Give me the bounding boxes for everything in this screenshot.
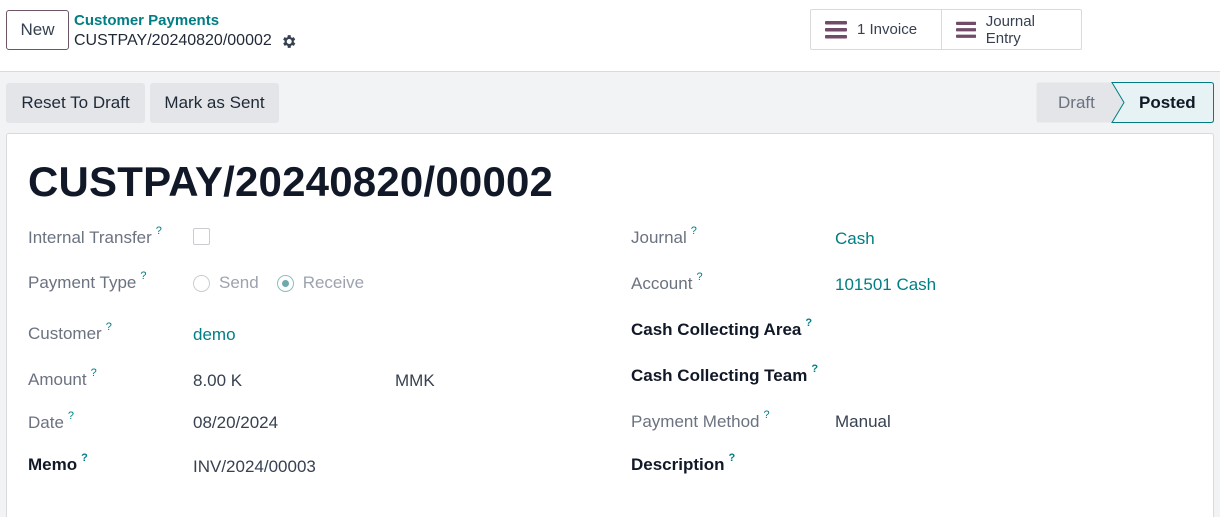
date-label: Date? [28,410,74,433]
mark-as-sent-button[interactable]: Mark as Sent [150,83,279,123]
date-field[interactable]: 08/20/2024 [193,413,278,433]
memo-field[interactable]: INV/2024/00003 [193,457,316,477]
help-icon[interactable]: ? [156,225,162,237]
payment-method-label-text: Payment Method [631,412,760,431]
new-button[interactable]: New [6,10,69,50]
memo-label-text: Memo [28,455,78,474]
help-icon[interactable]: ? [811,363,818,375]
payment-type-send-label: Send [219,273,259,292]
account-label-text: Account [631,274,693,293]
breadcrumb-customer-payments[interactable]: Customer Payments [74,12,219,29]
journal-label-text: Journal [631,228,687,247]
amount-label-text: Amount [28,370,87,389]
account-label: Account? [631,271,703,294]
journal-entry-smart-button[interactable]: Journal Entry [940,10,1081,49]
payment-type-label-text: Payment Type [28,273,137,292]
payment-type-label: Payment Type? [28,270,146,293]
currency-field[interactable]: MMK [395,371,435,391]
payment-type-receive-radio[interactable] [276,274,294,292]
cash-collecting-area-label: Cash Collecting Area? [631,317,812,340]
form-statusbar: Reset To Draft Mark as Sent Draft Posted [0,73,1220,131]
customer-label-text: Customer [28,324,102,343]
breadcrumb-current-record: CUSTPAY/20240820/00002 [74,32,297,50]
help-icon[interactable]: ? [81,452,88,464]
status-pipeline: Draft Posted [1036,82,1214,123]
customer-label: Customer? [28,321,112,344]
internal-transfer-checkbox[interactable] [193,228,210,245]
control-panel: New Customer Payments CUSTPAY/20240820/0… [0,0,1220,72]
journal-label: Journal? [631,225,697,248]
help-icon[interactable]: ? [729,452,736,464]
list-icon [955,21,976,38]
status-posted[interactable]: Posted [1139,93,1196,113]
description-label: Description? [631,452,736,475]
status-draft[interactable]: Draft [1058,93,1095,113]
payment-method-label: Payment Method? [631,409,770,432]
payment-type-receive-label: Receive [302,273,365,292]
date-label-text: Date [28,413,64,432]
cash-collecting-team-label: Cash Collecting Team? [631,363,818,386]
cash-collecting-area-label-text: Cash Collecting Area [631,320,802,339]
description-label-text: Description [631,455,725,474]
help-icon[interactable]: ? [68,410,74,422]
customer-field[interactable]: demo [193,325,236,345]
journal-field[interactable]: Cash [835,229,875,249]
payment-type-send-radio[interactable] [193,274,210,292]
invoice-smart-button[interactable]: 1 Invoice [811,10,941,49]
record-name-text: CUSTPAY/20240820/00002 [74,32,272,49]
invoice-smart-button-label: 1 Invoice [857,21,918,38]
help-icon[interactable]: ? [91,367,97,379]
smart-buttons: 1 Invoice Journal Entry [810,9,1082,50]
list-icon [825,20,847,38]
cash-collecting-team-label-text: Cash Collecting Team [631,366,808,385]
help-icon[interactable]: ? [691,225,697,237]
journal-entry-smart-button-label: Journal Entry [985,12,1035,47]
internal-transfer-label: Internal Transfer? [28,225,162,248]
memo-label: Memo? [28,452,88,475]
amount-field[interactable]: 8.00 K [193,371,242,391]
payment-method-field[interactable]: Manual [835,412,891,432]
internal-transfer-label-text: Internal Transfer [28,228,152,247]
help-icon[interactable]: ? [696,271,702,283]
help-icon[interactable]: ? [140,270,146,282]
record-title: CUSTPAY/20240820/00002 [28,158,554,205]
cash-collecting-area-field[interactable] [835,320,1175,342]
reset-to-draft-button[interactable]: Reset To Draft [6,83,145,123]
account-field[interactable]: 101501 Cash [835,275,936,295]
payment-type-radio-group: Send Receive [193,273,364,293]
help-icon[interactable]: ? [805,317,812,329]
form-sheet: CUSTPAY/20240820/00002 Internal Transfer… [6,133,1214,517]
gear-icon[interactable] [280,33,297,50]
help-icon[interactable]: ? [106,321,112,333]
description-field[interactable] [835,455,1175,477]
amount-label: Amount? [28,367,97,390]
cash-collecting-team-field[interactable] [835,366,1175,388]
help-icon[interactable]: ? [764,409,770,421]
